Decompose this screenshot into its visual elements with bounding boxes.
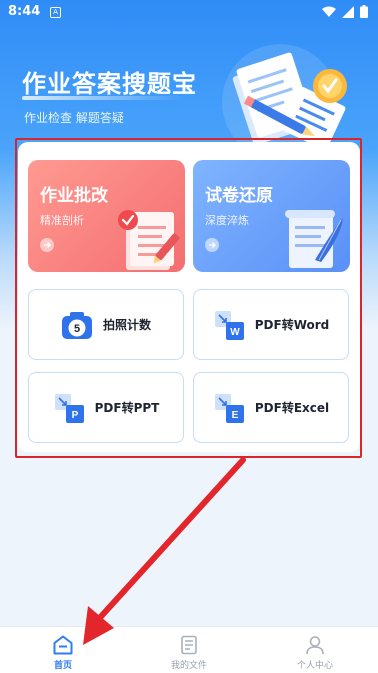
nav-my-files[interactable]: 我的文件 — [126, 627, 252, 673]
ppt-letter: P — [71, 410, 78, 421]
status-bar: 8:44 A — [0, 0, 378, 26]
status-icons — [322, 5, 368, 18]
nav-home[interactable]: 首页 — [0, 627, 126, 673]
scroll-paper-illustration — [285, 210, 343, 268]
homework-grading-title: 作业批改 — [40, 186, 108, 206]
homework-grading-card[interactable]: 作业批改 精准剖析 — [28, 160, 185, 272]
nav-my-files-label: 我的文件 — [170, 661, 207, 671]
pdf-to-word-label: PDF转Word — [254, 318, 330, 332]
camera-count-number: 5 — [74, 323, 80, 335]
pdf-to-excel-icon: E — [214, 393, 244, 423]
pdf-to-word-icon: W — [214, 310, 244, 340]
notification-icon: A — [50, 7, 61, 18]
battery-icon — [360, 5, 368, 18]
bottom-nav: 首页 我的文件 个人中心 — [0, 626, 378, 673]
arrow-right-icon — [40, 238, 54, 252]
exam-restore-card[interactable]: 试卷还原 深度淬炼 — [193, 160, 350, 272]
pdf-to-excel-card[interactable]: E PDF转Excel — [193, 372, 349, 443]
status-time: 8:44 — [8, 4, 41, 19]
user-icon — [306, 636, 324, 655]
photo-count-card[interactable]: 5 拍照计数 — [28, 289, 184, 360]
arrow-right-icon — [205, 238, 219, 252]
camera-count-icon: 5 — [61, 311, 92, 339]
signal-icon — [342, 5, 354, 18]
graded-paper-illustration — [118, 210, 180, 270]
home-icon — [53, 635, 73, 655]
exam-restore-subtitle: 深度淬炼 — [205, 214, 249, 227]
word-letter: W — [230, 327, 240, 338]
excel-letter: E — [232, 410, 239, 421]
photo-count-label: 拍照计数 — [102, 318, 151, 332]
exam-restore-title: 试卷还原 — [205, 186, 273, 206]
pdf-to-ppt-icon: P — [54, 393, 84, 423]
file-icon — [181, 635, 197, 655]
pdf-to-ppt-card[interactable]: P PDF转PPT — [28, 372, 184, 443]
app-subtitle: 作业检查 解题答疑 — [24, 111, 124, 125]
pdf-to-ppt-label: PDF转PPT — [94, 401, 160, 415]
homework-grading-subtitle: 精准剖析 — [40, 214, 84, 227]
pdf-to-excel-label: PDF转Excel — [254, 401, 330, 415]
nav-profile-label: 个人中心 — [296, 661, 333, 671]
nav-profile[interactable]: 个人中心 — [252, 627, 378, 673]
title-underline — [22, 96, 182, 100]
pdf-to-word-card[interactable]: W PDF转Word — [193, 289, 349, 360]
nav-home-label: 首页 — [53, 661, 72, 671]
app-title: 作业答案搜题宝 — [22, 70, 197, 98]
wifi-icon — [322, 6, 336, 17]
